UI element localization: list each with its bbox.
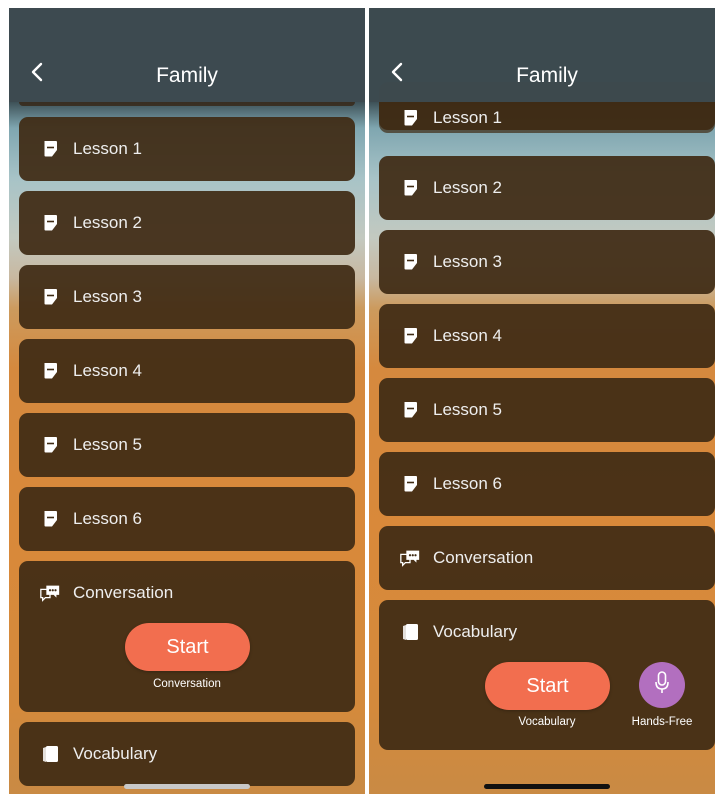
lesson-label: Lesson 6 [433,474,502,493]
lesson-label: Lesson 5 [73,435,142,454]
chat-bubbles-icon [399,547,421,569]
lesson-card-2[interactable]: Lesson 2 [19,191,355,255]
lesson-card-3[interactable]: Lesson 3 [19,265,355,329]
note-icon [39,508,61,530]
lesson-card-3[interactable]: Lesson 3 [379,230,715,294]
lesson-card-6[interactable]: Lesson 6 [19,487,355,551]
page-title: Family [516,64,578,87]
note-icon [39,434,61,456]
scrolled-card-edge [19,102,355,106]
lesson-card-6[interactable]: Lesson 6 [379,452,715,516]
cards-icon [39,743,61,765]
page-title: Family [156,64,218,87]
conversation-card[interactable]: Conversation Start Conversation [19,561,355,712]
chevron-left-icon [31,62,43,87]
home-indicator [124,784,250,789]
start-conversation-button[interactable]: Start [125,623,250,671]
right-screen: Family Lesson 1 Lesson 2 Lesson 3 Lesson… [369,8,715,794]
note-icon [399,177,421,199]
lesson-label: Lesson 1 [433,107,502,127]
note-icon [399,399,421,421]
note-icon [399,473,421,495]
vocabulary-label: Vocabulary [433,622,518,641]
nav-bar: Family [369,8,715,102]
conversation-card[interactable]: Conversation [379,526,715,590]
vocabulary-card[interactable]: Vocabulary Start Vocabulary Hands-Free [379,600,715,750]
lesson-label: Lesson 2 [73,213,142,232]
back-button[interactable] [385,60,409,88]
note-icon [399,107,421,129]
start-button-caption: Conversation [153,678,221,690]
lesson-label: Lesson 3 [73,287,142,306]
lesson-card-4[interactable]: Lesson 4 [19,339,355,403]
note-icon [399,325,421,347]
lesson-label: Lesson 6 [73,509,142,528]
lesson-label: Lesson 1 [73,139,142,158]
lesson-label: Lesson 5 [433,400,502,419]
lesson-card-1[interactable]: Lesson 1 [19,117,355,181]
cards-icon [399,621,421,643]
back-button[interactable] [25,60,49,88]
lesson-label: Lesson 4 [73,361,142,380]
lesson-card-5[interactable]: Lesson 5 [19,413,355,477]
lesson-card-2[interactable]: Lesson 2 [379,156,715,220]
vocabulary-card[interactable]: Vocabulary [19,722,355,786]
note-icon [39,212,61,234]
lesson-label: Lesson 4 [433,326,502,345]
conversation-label: Conversation [73,583,174,602]
chevron-left-icon [391,62,403,87]
lesson-card-5[interactable]: Lesson 5 [379,378,715,442]
vocabulary-label: Vocabulary [73,744,158,763]
hands-free-button[interactable] [639,662,685,708]
home-indicator [484,784,610,789]
lesson-label: Lesson 3 [433,252,502,271]
lesson-label: Lesson 2 [433,178,502,197]
nav-bar: Family [9,8,365,102]
note-icon [39,286,61,308]
start-vocabulary-button[interactable]: Start [485,662,610,710]
chat-bubbles-icon [39,582,61,604]
microphone-icon [655,670,669,700]
note-icon [39,138,61,160]
lesson-card-4[interactable]: Lesson 4 [379,304,715,368]
left-screen: Family Lesson 1 Lesson 2 Lesson 3 Lesson… [9,8,365,794]
note-icon [399,251,421,273]
conversation-label: Conversation [433,548,534,567]
lesson-card-1-visible[interactable]: Lesson 1 [379,102,715,133]
hands-free-caption: Hands-Free [631,716,693,728]
note-icon [39,360,61,382]
